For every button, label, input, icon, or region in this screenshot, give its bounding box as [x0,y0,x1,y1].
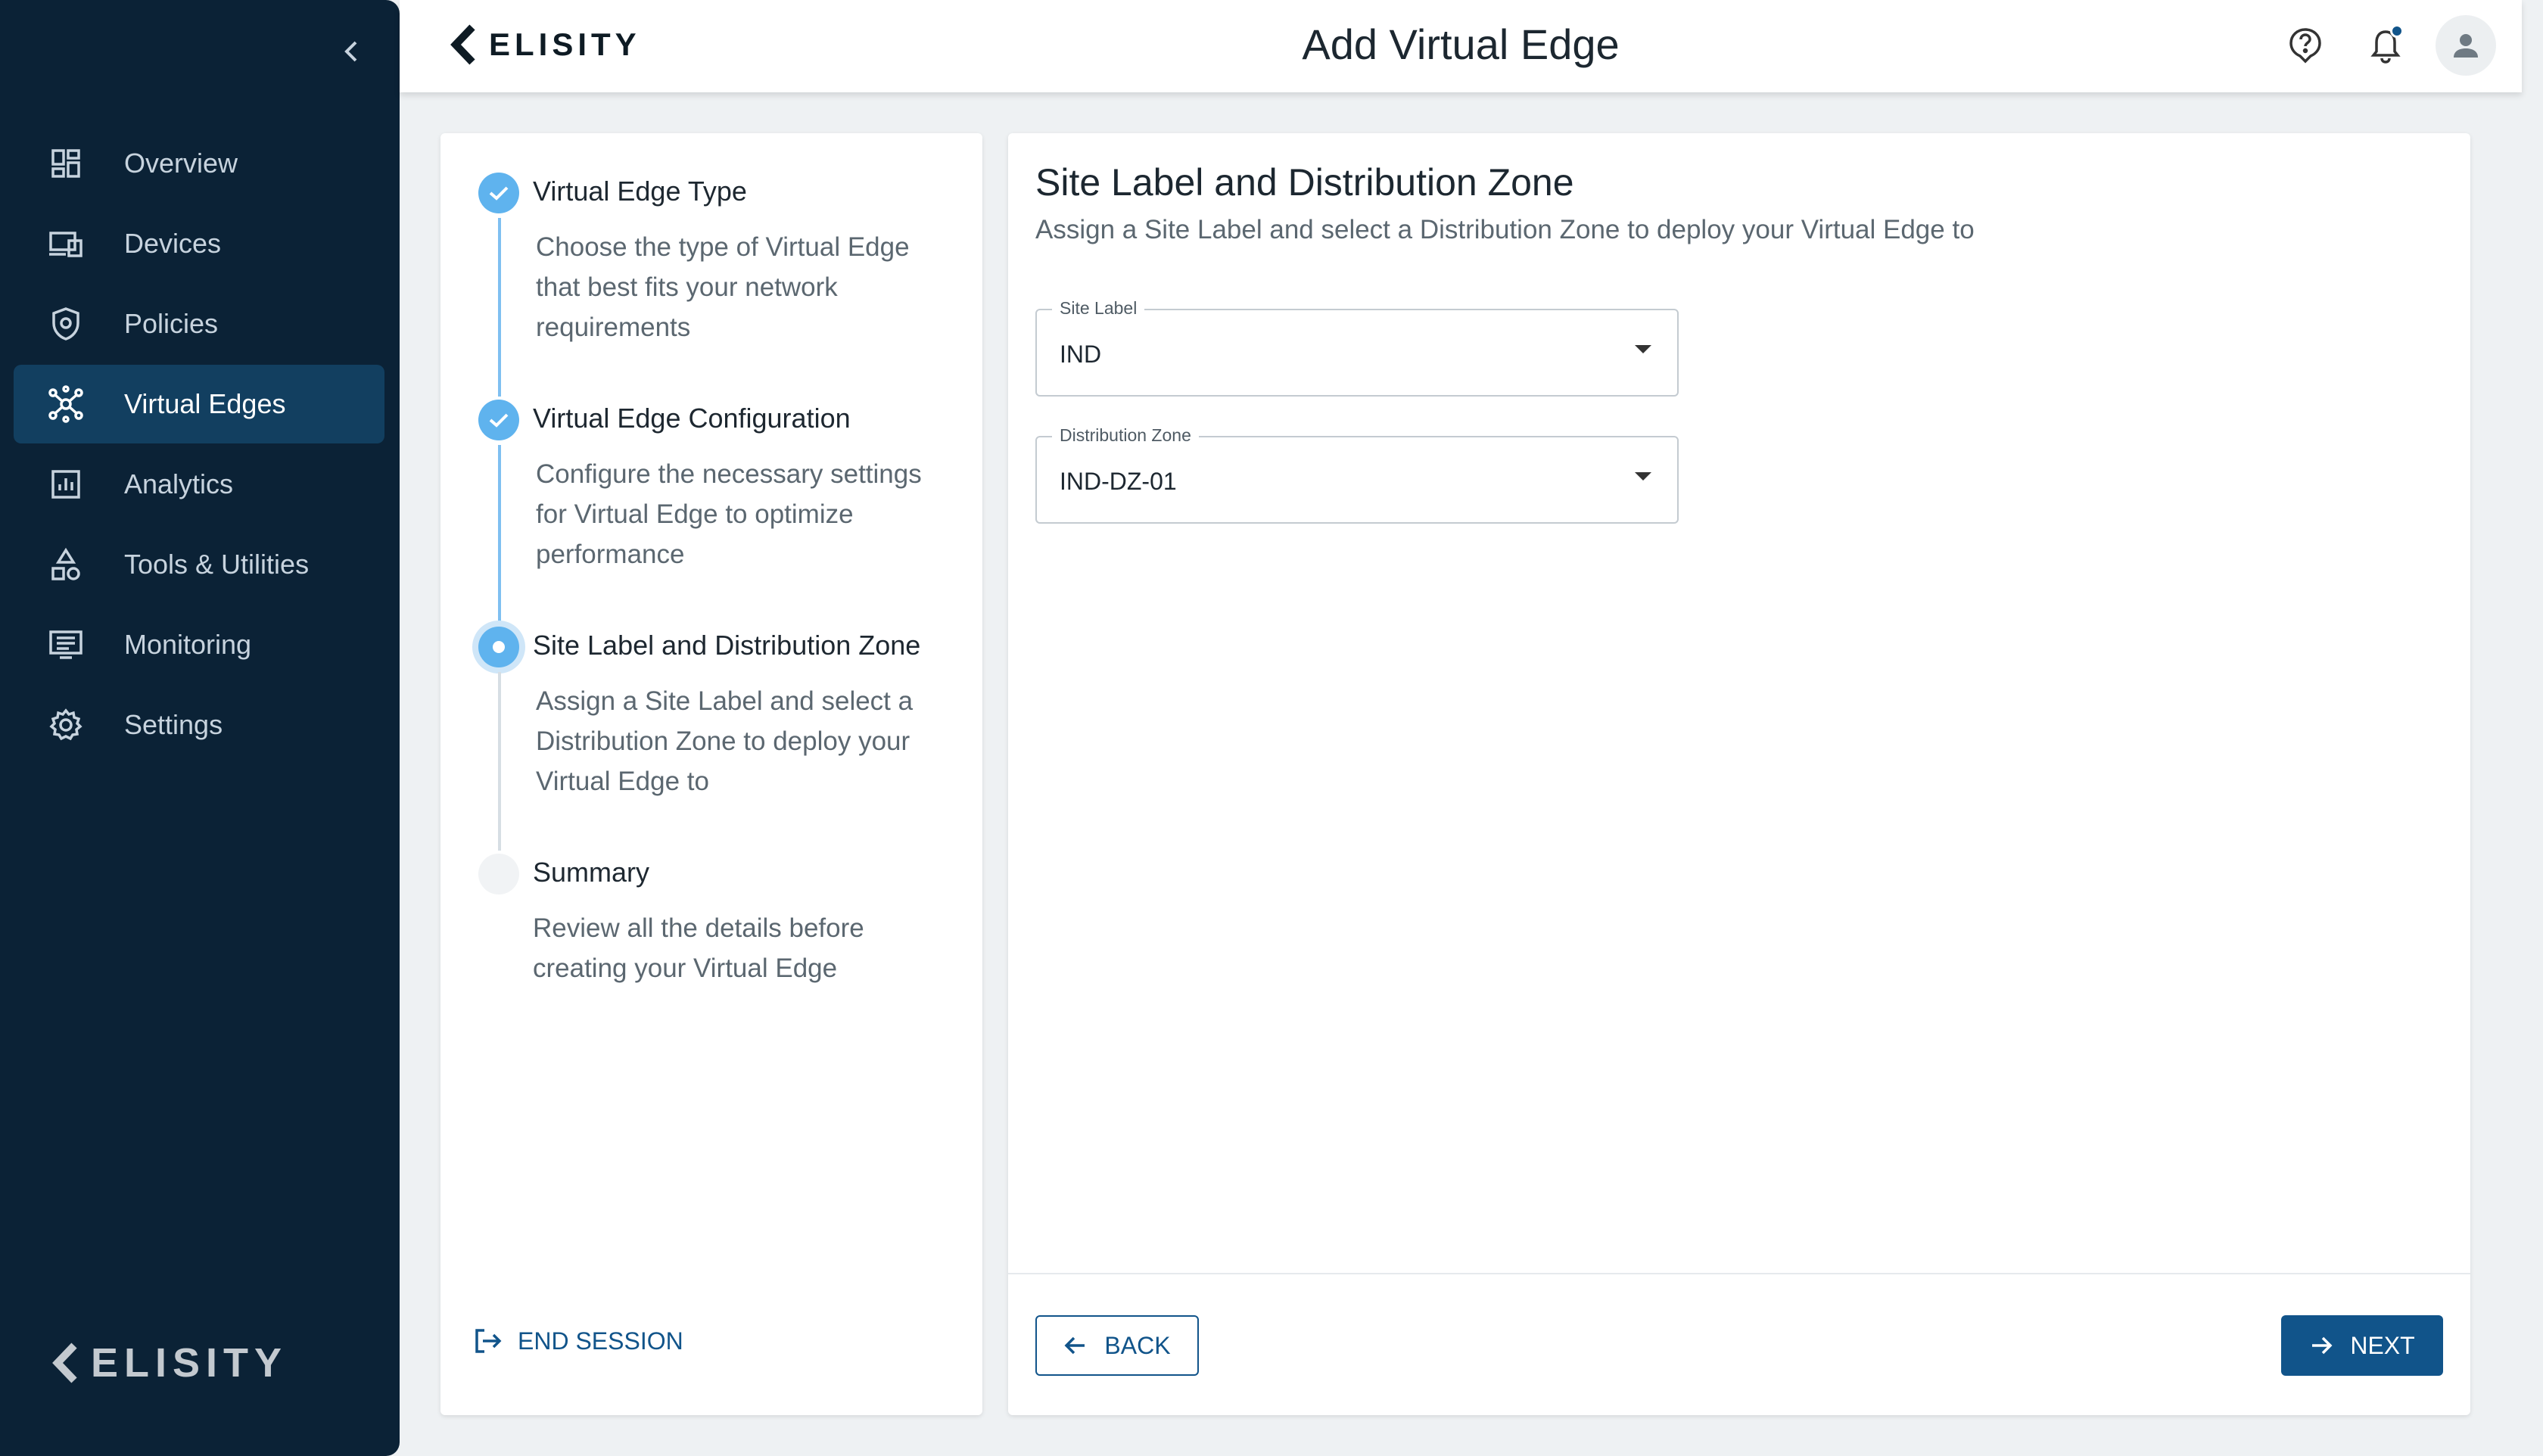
section-title: Site Label and Distribution Zone [1035,161,1574,204]
sidebar-nav: Overview Devices Policies Virtual Edges … [14,124,384,766]
sidebar-item-label: Virtual Edges [124,388,286,419]
step-description: Configure the necessary settings for Vir… [536,459,922,569]
site-label-value: IND [1060,341,1102,368]
footer-divider [1008,1273,2470,1274]
stepper-panel: Virtual Edge Type Choose the type of Vir… [440,133,982,1415]
end-session-label: END SESSION [518,1327,683,1355]
logout-icon [475,1329,502,1353]
sidebar-item-policies[interactable]: Policies [14,285,384,363]
step-description: Assign a Site Label and select a Distrib… [536,686,914,796]
next-button[interactable]: NEXT [2281,1315,2443,1376]
sidebar-brand-text: ELISITY [91,1340,288,1386]
sidebar-item-devices[interactable]: Devices [14,204,384,283]
sidebar: Overview Devices Policies Virtual Edges … [0,0,400,1456]
elisity-logo-icon [52,1342,77,1383]
sidebar-item-settings[interactable]: Settings [14,686,384,764]
step-connector [498,218,501,397]
dashboard-icon [47,145,85,182]
sidebar-item-label: Settings [124,709,223,740]
sidebar-item-tools-utilities[interactable]: Tools & Utilities [14,525,384,604]
shield-icon [47,305,85,343]
sidebar-item-label: Devices [124,228,222,259]
sidebar-item-overview[interactable]: Overview [14,124,384,203]
arrow-left-icon [1064,1336,1085,1355]
help-icon [2289,28,2321,64]
step-current-indicator [478,627,519,667]
sidebar-item-monitoring[interactable]: Monitoring [14,605,384,684]
sidebar-item-analytics[interactable]: Analytics [14,445,384,524]
analytics-icon [47,465,85,503]
notification-badge [2390,24,2404,38]
distribution-zone-select[interactable]: Distribution Zone IND-DZ-01 [1035,425,1679,524]
sidebar-item-label: Monitoring [124,629,252,660]
tools-icon [47,546,85,583]
dropdown-caret-icon [1635,472,1651,481]
chevron-left-icon [344,41,357,62]
sidebar-item-virtual-edges[interactable]: Virtual Edges [14,365,384,443]
devices-icon [47,225,85,263]
step-description: Review all the details before creating y… [533,913,864,983]
distribution-zone-value: IND-DZ-01 [1060,468,1177,495]
step-pending-indicator [478,854,519,894]
step-connector [498,672,501,851]
top-header: ELISITY Add Virtual Edge [400,0,2522,92]
hub-icon [47,385,85,423]
check-icon [489,186,509,201]
sidebar-item-label: Analytics [124,468,234,499]
back-button[interactable]: BACK [1035,1315,1199,1376]
step-description: Choose the type of Virtual Edge that bes… [536,232,910,342]
main-panel: Site Label and Distribution Zone Assign … [1008,133,2470,1415]
sidebar-item-label: Overview [124,148,238,179]
step-title: Site Label and Distribution Zone [533,630,921,661]
end-session-button[interactable]: END SESSION [472,1326,683,1356]
notifications-button[interactable] [2355,15,2416,76]
page-title: Add Virtual Edge [1302,20,1620,68]
check-icon [489,413,509,428]
user-avatar[interactable] [2436,15,2496,76]
step-complete-indicator [478,400,519,440]
site-label-field-label: Site Label [1052,298,1145,319]
step-title: Virtual Edge Type [533,176,747,207]
monitor-icon [47,626,85,664]
arrow-right-icon [2312,1336,2333,1355]
person-icon [2454,34,2478,58]
distribution-zone-field-label: Distribution Zone [1052,425,1199,446]
gear-icon [47,706,85,744]
section-subtitle: Assign a Site Label and select a Distrib… [1035,215,1975,244]
step-title: Summary [533,857,650,888]
step-title: Virtual Edge Configuration [533,403,851,434]
back-label: BACK [1104,1331,1171,1359]
sidebar-item-label: Policies [124,308,219,339]
sidebar-item-label: Tools & Utilities [124,549,310,580]
step-complete-indicator [478,173,519,213]
dropdown-caret-icon [1635,345,1651,353]
sidebar-logo: ELISITY [51,1339,288,1386]
step-connector [498,445,501,624]
collapse-sidebar-button[interactable] [336,36,366,67]
site-label-select[interactable]: Site Label IND [1035,298,1679,397]
next-label: NEXT [2350,1331,2415,1359]
help-button[interactable] [2275,15,2336,76]
header-actions [2255,15,2496,76]
